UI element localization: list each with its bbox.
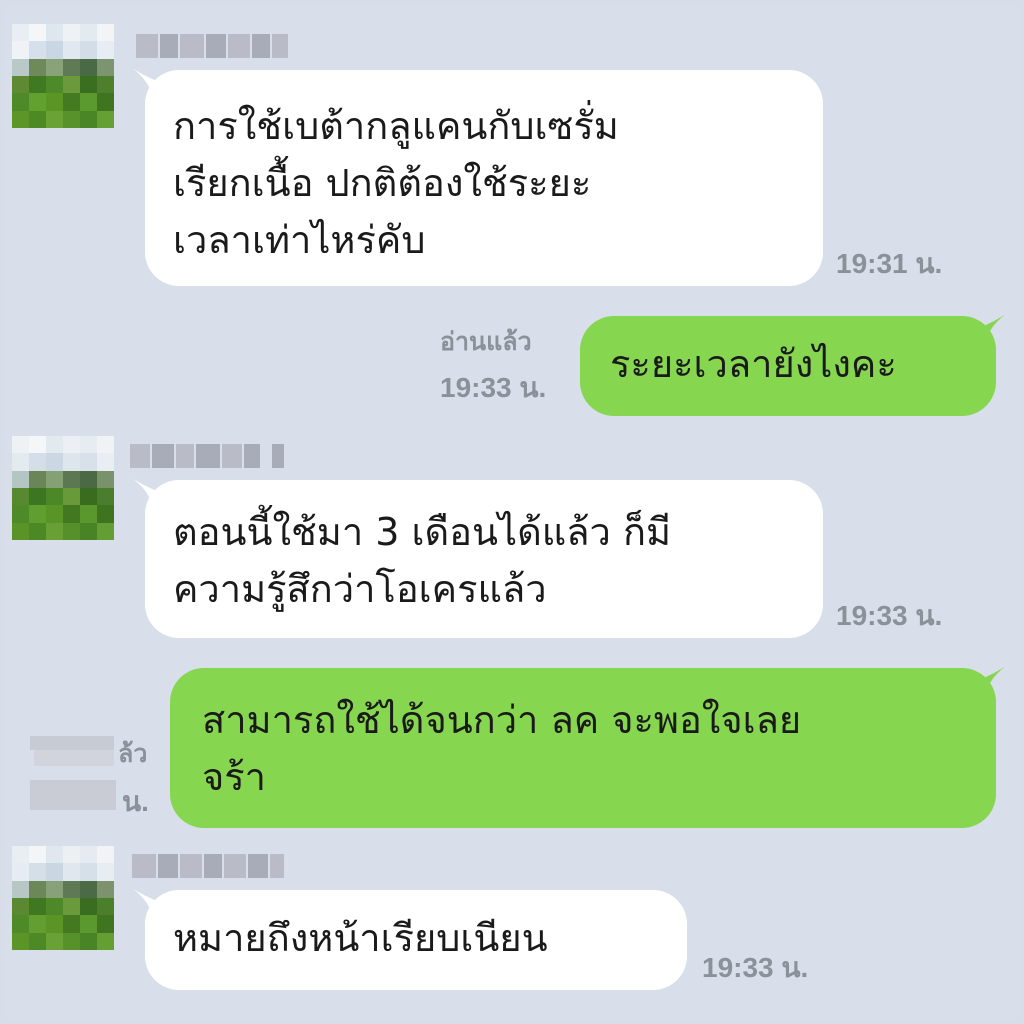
message-bubble[interactable]: ระยะเวลายังไงคะ <box>580 316 996 416</box>
avatar[interactable] <box>12 436 114 540</box>
message-text: ตอนนี้ใช้มา 3 เดือนได้แล้ว ก็มี ความรู้ส… <box>173 510 672 611</box>
time-blurred <box>30 780 118 810</box>
message-time: น. <box>122 786 149 817</box>
message-time: 19:33 น. <box>836 600 943 631</box>
message-bubble[interactable]: ตอนนี้ใช้มา 3 เดือนได้แล้ว ก็มี ความรู้ส… <box>145 480 823 638</box>
message-time: 19:33 น. <box>702 952 809 983</box>
message-time: 19:31 น. <box>836 248 943 279</box>
read-receipt-blurred <box>30 736 120 766</box>
sender-name-blurred <box>130 444 284 468</box>
message-bubble[interactable]: หมายถึงหน้าเรียบเนียน <box>145 890 687 990</box>
message-text: ระยะเวลายังไงคะ <box>610 342 897 386</box>
avatar[interactable] <box>12 846 114 950</box>
message-time: 19:33 น. <box>440 372 547 403</box>
message-bubble[interactable]: การใช้เบต้ากลูแคนกับเซรั่ม เรียกเนื้อ ปก… <box>145 70 823 286</box>
read-receipt: ล้ว <box>118 739 148 768</box>
message-text: การใช้เบต้ากลูแคนกับเซรั่ม เรียกเนื้อ ปก… <box>173 104 619 262</box>
message-bubble[interactable]: สามารถใช้ได้จนกว่า ลค จะพอใจเลย จร้า <box>170 668 996 828</box>
sender-name-blurred <box>136 34 288 58</box>
avatar[interactable] <box>12 24 114 128</box>
message-text: หมายถึงหน้าเรียบเนียน <box>173 916 548 960</box>
message-text: สามารถใช้ได้จนกว่า ลค จะพอใจเลย จร้า <box>202 698 802 799</box>
sender-name-blurred <box>132 854 284 878</box>
read-receipt: อ่านแล้ว <box>440 327 532 356</box>
